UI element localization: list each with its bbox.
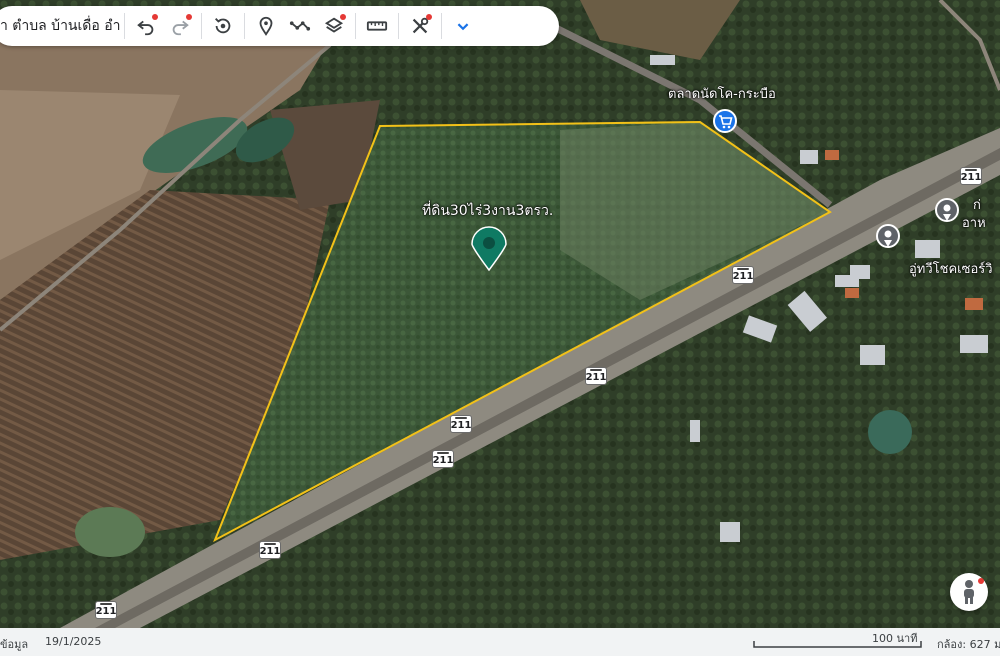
satellite-map[interactable]: ที่ดิน30ไร่3งาน3ตรว. ตลาดนัดโค-กระบือ อู… — [0, 0, 1000, 628]
badge-dot — [186, 14, 192, 20]
draw-path-button[interactable] — [283, 9, 317, 43]
expand-toolbar-button[interactable] — [446, 9, 480, 43]
chevron-down-icon — [457, 23, 469, 31]
route-shield: 211 — [450, 415, 472, 433]
data-attribution-link[interactable]: ข้อมูล — [0, 635, 28, 653]
badge-dot — [426, 14, 432, 20]
badge-dot — [152, 14, 158, 20]
add-placemark-button[interactable] — [249, 9, 283, 43]
toolbar-divider — [398, 13, 399, 39]
route-shield: 211 — [432, 450, 454, 468]
toolbar-divider — [244, 13, 245, 39]
toolbar-divider — [355, 13, 356, 39]
toolbar-divider — [201, 13, 202, 39]
route-shield: 211 — [259, 541, 281, 559]
toolbar-divider — [441, 13, 442, 39]
toolbar-divider — [124, 13, 125, 39]
garage-label[interactable]: อู่ทวีโชคเซอร์วิ — [909, 258, 993, 279]
layers-button[interactable] — [317, 9, 351, 43]
map-toolbar: า ตำบล บ้านเดื่อ อำเ — [0, 6, 559, 46]
undo-button[interactable] — [129, 9, 163, 43]
street-view-pegman-button[interactable] — [950, 573, 988, 611]
place-pin-icon[interactable] — [935, 198, 959, 222]
history-icon — [215, 18, 231, 34]
map-imagery — [0, 0, 1000, 628]
place-pin-icon[interactable] — [876, 224, 900, 248]
badge-dot — [340, 14, 346, 20]
tools-button[interactable] — [403, 9, 437, 43]
measure-icon — [366, 21, 388, 31]
route-shield: 211 — [960, 167, 982, 185]
measure-button[interactable] — [360, 9, 394, 43]
route-shield: 211 — [95, 601, 117, 619]
route-shield: 211 — [732, 266, 754, 284]
placemark-icon — [259, 16, 273, 36]
scale-bar — [753, 641, 922, 648]
redo-button[interactable] — [163, 9, 197, 43]
badge-dot — [978, 578, 984, 584]
path-icon — [289, 21, 311, 31]
search-input[interactable]: า ตำบล บ้านเดื่อ อำเ — [0, 15, 120, 37]
imagery-date: 19/1/2025 — [45, 635, 102, 648]
market-label[interactable]: ตลาดนัดโค-กระบือ — [668, 83, 776, 104]
route-shield: 211 — [585, 367, 607, 385]
pegman-icon — [964, 580, 974, 604]
property-label: ที่ดิน30ไร่3งาน3ตรว. — [422, 203, 554, 219]
place-label-partial[interactable]: อาห — [962, 212, 986, 233]
camera-altitude: กล้อง: 627 ม — [937, 638, 1000, 651]
shopping-cart-icon[interactable] — [713, 109, 737, 133]
history-button[interactable] — [206, 9, 240, 43]
